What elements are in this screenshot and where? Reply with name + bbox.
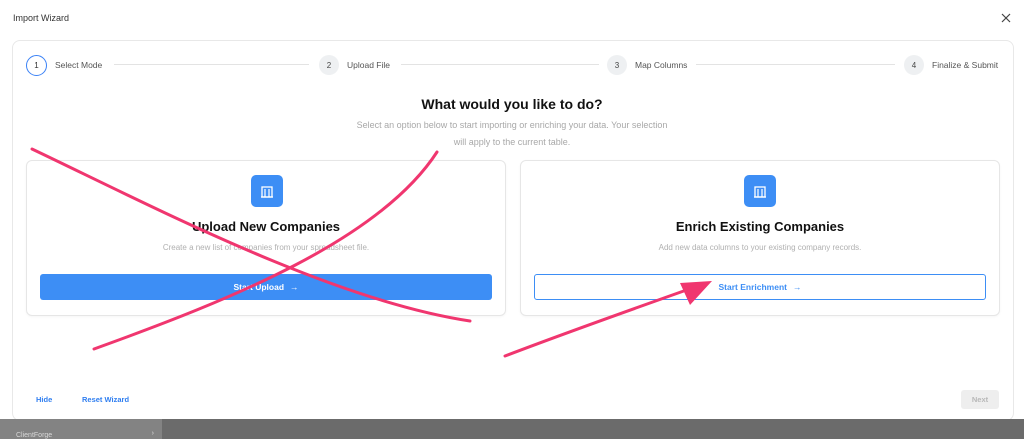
next-button[interactable]: Next	[961, 390, 999, 409]
card-title: Enrich Existing Companies	[675, 219, 845, 234]
building-icon	[251, 175, 283, 207]
step-upload-file[interactable]: 2 Upload File	[319, 54, 390, 76]
step-label: Map Columns	[635, 60, 688, 70]
close-icon[interactable]	[1000, 12, 1012, 24]
chevron-right-icon: ›	[151, 430, 154, 437]
card-title: Upload New Companies	[191, 219, 341, 234]
button-label: Start Enrichment	[718, 282, 788, 292]
step-number: 4	[904, 55, 924, 75]
start-upload-button[interactable]: Start Upload →	[40, 274, 492, 300]
step-select-mode[interactable]: 1 Select Mode	[26, 54, 102, 76]
step-connector	[114, 64, 309, 65]
hide-link[interactable]: Hide	[36, 395, 52, 404]
start-enrichment-button[interactable]: Start Enrichment →	[534, 274, 986, 300]
step-map-columns[interactable]: 3 Map Columns	[607, 54, 687, 76]
step-connector	[401, 64, 599, 65]
card-description: Create a new list of companies from your…	[162, 243, 370, 252]
page-subtitle: Select an option below to start importin…	[356, 120, 668, 147]
step-number: 1	[26, 54, 47, 76]
step-connector	[696, 64, 895, 65]
page-title: What would you like to do?	[421, 96, 603, 112]
reset-wizard-link[interactable]: Reset Wizard	[82, 395, 129, 404]
step-finalize-submit[interactable]: 4 Finalize & Submit	[904, 54, 998, 76]
step-number: 3	[607, 55, 627, 75]
button-label: Start Upload	[233, 282, 285, 292]
window-title: Import Wizard	[13, 13, 70, 23]
step-label: Select Mode	[55, 60, 103, 70]
upload-companies-card[interactable]: Upload New Companies Create a new list o…	[26, 160, 506, 316]
enrich-companies-card[interactable]: Enrich Existing Companies Add new data c…	[520, 160, 1000, 316]
arrow-right-icon: →	[793, 282, 802, 292]
building-icon	[744, 175, 776, 207]
step-label: Upload File	[347, 60, 390, 70]
background-app-tab: ClientForge ›	[0, 419, 162, 439]
step-number: 2	[319, 55, 339, 75]
background-app-label: ClientForge	[16, 432, 53, 439]
step-label: Finalize & Submit	[932, 60, 999, 70]
arrow-right-icon: →	[290, 282, 299, 292]
card-description: Add new data columns to your existing co…	[658, 243, 862, 252]
